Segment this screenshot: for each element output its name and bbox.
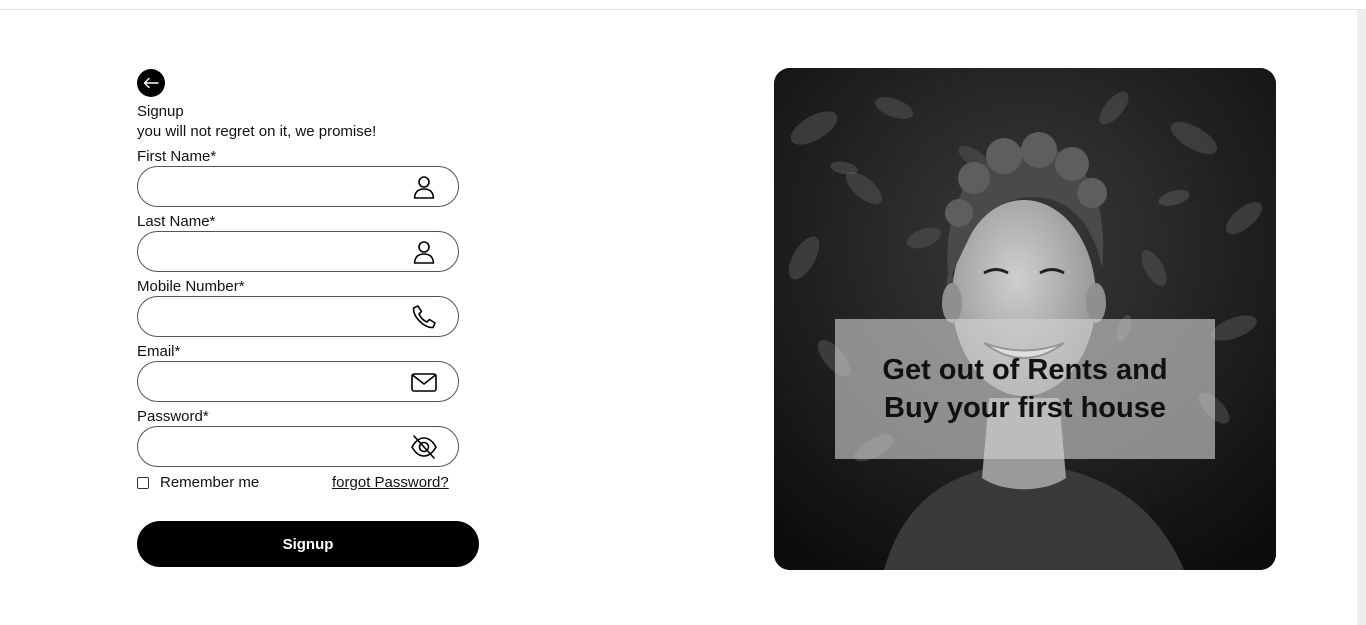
signup-button[interactable]: Signup: [137, 521, 479, 567]
user-icon: [413, 241, 435, 264]
mail-icon: [411, 373, 437, 392]
forgot-password-link[interactable]: forgot Password?: [332, 474, 449, 491]
phone-icon: [412, 305, 436, 329]
arrow-left-icon: [143, 77, 159, 89]
password-input[interactable]: [152, 435, 406, 459]
last-name-input[interactable]: [152, 240, 406, 264]
hero-caption-box: Get out of Rents and Buy your first hous…: [835, 319, 1215, 459]
hero-caption: Get out of Rents and Buy your first hous…: [882, 354, 1168, 424]
hero-image: Get out of Rents and Buy your first hous…: [774, 68, 1276, 570]
remember-me-checkbox[interactable]: [137, 476, 149, 489]
page-title: Signup: [137, 103, 184, 120]
mobile-number-input[interactable]: [152, 305, 406, 329]
remember-me-row[interactable]: Remember me: [137, 474, 259, 491]
top-divider: [0, 9, 1366, 10]
password-field[interactable]: [137, 426, 459, 467]
back-button[interactable]: [137, 69, 165, 97]
mobile-number-field[interactable]: [137, 296, 459, 337]
eye-off-icon[interactable]: [410, 433, 438, 461]
email-label: Email*: [137, 343, 181, 360]
first-name-input[interactable]: [152, 175, 406, 199]
email-field[interactable]: [137, 361, 459, 402]
last-name-field[interactable]: [137, 231, 459, 272]
first-name-label: First Name*: [137, 148, 217, 165]
remember-me-label: Remember me: [160, 474, 260, 491]
email-input[interactable]: [152, 370, 406, 394]
user-icon: [413, 176, 435, 199]
first-name-field[interactable]: [137, 166, 459, 207]
password-label: Password*: [137, 408, 209, 425]
last-name-label: Last Name*: [137, 213, 216, 230]
page-scrollbar[interactable]: [1357, 10, 1366, 625]
mobile-number-label: Mobile Number*: [137, 278, 245, 295]
page-subtitle: you will not regret on it, we promise!: [137, 123, 377, 140]
